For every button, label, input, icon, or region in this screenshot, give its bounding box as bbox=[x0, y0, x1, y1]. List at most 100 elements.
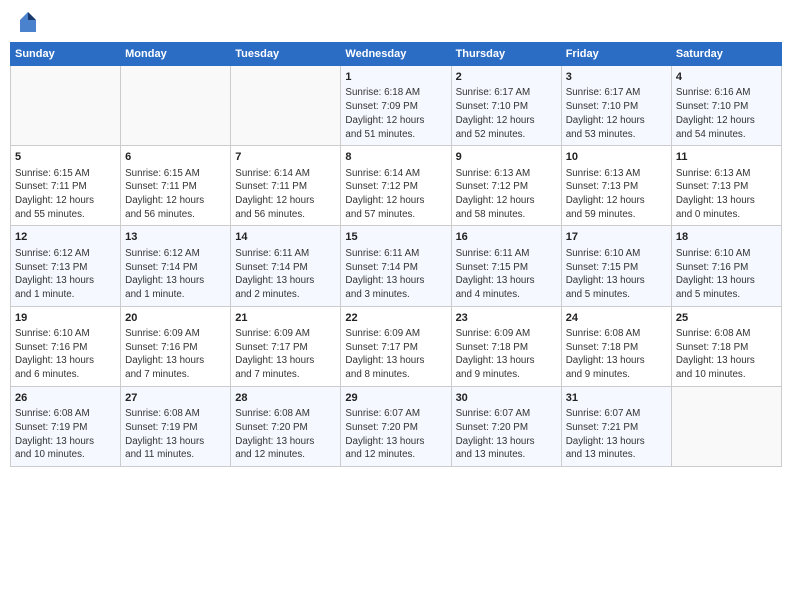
day-info: Sunrise: 6:15 AM Sunset: 7:11 PM Dayligh… bbox=[15, 167, 116, 222]
day-info: Sunrise: 6:08 AM Sunset: 7:19 PM Dayligh… bbox=[125, 407, 226, 462]
page-header bbox=[10, 10, 782, 34]
calendar-cell: 29Sunrise: 6:07 AM Sunset: 7:20 PM Dayli… bbox=[341, 386, 451, 466]
calendar-cell: 18 Sunrise: 6:10 AM Sunset: 7:16 PM Dayli… bbox=[671, 226, 781, 306]
day-number: 14 bbox=[235, 230, 336, 245]
calendar-cell: 3Sunrise: 6:17 AM Sunset: 7:10 PM Daylig… bbox=[561, 66, 671, 146]
weekday-header-wednesday: Wednesday bbox=[341, 43, 451, 66]
calendar-cell: 17 Sunrise: 6:10 AM Sunset: 7:15 PM Dayli… bbox=[561, 226, 671, 306]
calendar-cell: 30Sunrise: 6:07 AM Sunset: 7:20 PM Dayli… bbox=[451, 386, 561, 466]
day-info: Sunrise: 6:10 AM Sunset: 7:16 PM Dayligh… bbox=[15, 327, 116, 382]
calendar-cell: 12 Sunrise: 6:12 AM Sunset: 7:13 PM Dayli… bbox=[11, 226, 121, 306]
day-info: Sunrise: 6:16 AM Sunset: 7:10 PM Dayligh… bbox=[676, 86, 777, 141]
day-info: Sunrise: 6:07 AM Sunset: 7:21 PM Dayligh… bbox=[566, 407, 667, 462]
calendar-cell bbox=[121, 66, 231, 146]
weekday-header-thursday: Thursday bbox=[451, 43, 561, 66]
calendar-cell: 31Sunrise: 6:07 AM Sunset: 7:21 PM Dayli… bbox=[561, 386, 671, 466]
calendar-cell: 22Sunrise: 6:09 AM Sunset: 7:17 PM Dayli… bbox=[341, 306, 451, 386]
day-number: 26 bbox=[15, 391, 116, 406]
day-number: 19 bbox=[15, 311, 116, 326]
calendar-cell: 19Sunrise: 6:10 AM Sunset: 7:16 PM Dayli… bbox=[11, 306, 121, 386]
day-number: 23 bbox=[456, 311, 557, 326]
weekday-header-friday: Friday bbox=[561, 43, 671, 66]
calendar-week-row: 19Sunrise: 6:10 AM Sunset: 7:16 PM Dayli… bbox=[11, 306, 782, 386]
calendar-cell: 13Sunrise: 6:12 AM Sunset: 7:14 PM Dayli… bbox=[121, 226, 231, 306]
day-number: 8 bbox=[345, 150, 446, 165]
calendar-table: SundayMondayTuesdayWednesdayThursdayFrid… bbox=[10, 42, 782, 467]
calendar-cell: 24Sunrise: 6:08 AM Sunset: 7:18 PM Dayli… bbox=[561, 306, 671, 386]
day-number: 21 bbox=[235, 311, 336, 326]
calendar-cell: 14 Sunrise: 6:11 AM Sunset: 7:14 PM Dayli… bbox=[231, 226, 341, 306]
calendar-cell bbox=[231, 66, 341, 146]
calendar-cell: 5 Sunrise: 6:15 AM Sunset: 7:11 PM Daylig… bbox=[11, 146, 121, 226]
calendar-cell: 11Sunrise: 6:13 AM Sunset: 7:13 PM Dayli… bbox=[671, 146, 781, 226]
calendar-cell: 27Sunrise: 6:08 AM Sunset: 7:19 PM Dayli… bbox=[121, 386, 231, 466]
day-number: 27 bbox=[125, 391, 226, 406]
day-info: Sunrise: 6:09 AM Sunset: 7:17 PM Dayligh… bbox=[235, 327, 336, 382]
weekday-header-sunday: Sunday bbox=[11, 43, 121, 66]
calendar-cell bbox=[671, 386, 781, 466]
calendar-cell: 2Sunrise: 6:17 AM Sunset: 7:10 PM Daylig… bbox=[451, 66, 561, 146]
logo bbox=[14, 10, 38, 34]
day-number: 31 bbox=[566, 391, 667, 406]
day-info: Sunrise: 6:08 AM Sunset: 7:18 PM Dayligh… bbox=[676, 327, 777, 382]
calendar-cell: 10Sunrise: 6:13 AM Sunset: 7:13 PM Dayli… bbox=[561, 146, 671, 226]
day-number: 16 bbox=[456, 230, 557, 245]
calendar-cell: 6Sunrise: 6:15 AM Sunset: 7:11 PM Daylig… bbox=[121, 146, 231, 226]
weekday-header-monday: Monday bbox=[121, 43, 231, 66]
day-info: Sunrise: 6:11 AM Sunset: 7:14 PM Dayligh… bbox=[235, 247, 336, 302]
day-info: Sunrise: 6:07 AM Sunset: 7:20 PM Dayligh… bbox=[456, 407, 557, 462]
day-number: 20 bbox=[125, 311, 226, 326]
calendar-cell: 4Sunrise: 6:16 AM Sunset: 7:10 PM Daylig… bbox=[671, 66, 781, 146]
day-number: 13 bbox=[125, 230, 226, 245]
day-info: Sunrise: 6:18 AM Sunset: 7:09 PM Dayligh… bbox=[345, 86, 446, 141]
logo-icon bbox=[18, 10, 38, 34]
day-info: Sunrise: 6:14 AM Sunset: 7:12 PM Dayligh… bbox=[345, 167, 446, 222]
calendar-cell: 25Sunrise: 6:08 AM Sunset: 7:18 PM Dayli… bbox=[671, 306, 781, 386]
day-number: 25 bbox=[676, 311, 777, 326]
calendar-cell: 26Sunrise: 6:08 AM Sunset: 7:19 PM Dayli… bbox=[11, 386, 121, 466]
day-info: Sunrise: 6:12 AM Sunset: 7:13 PM Dayligh… bbox=[15, 247, 116, 302]
day-number: 18 bbox=[676, 230, 777, 245]
day-info: Sunrise: 6:13 AM Sunset: 7:12 PM Dayligh… bbox=[456, 167, 557, 222]
day-info: Sunrise: 6:08 AM Sunset: 7:20 PM Dayligh… bbox=[235, 407, 336, 462]
day-number: 24 bbox=[566, 311, 667, 326]
weekday-header-tuesday: Tuesday bbox=[231, 43, 341, 66]
day-number: 4 bbox=[676, 70, 777, 85]
day-info: Sunrise: 6:11 AM Sunset: 7:15 PM Dayligh… bbox=[456, 247, 557, 302]
calendar-cell: 21Sunrise: 6:09 AM Sunset: 7:17 PM Dayli… bbox=[231, 306, 341, 386]
day-number: 11 bbox=[676, 150, 777, 165]
calendar-header-row: SundayMondayTuesdayWednesdayThursdayFrid… bbox=[11, 43, 782, 66]
day-info: Sunrise: 6:10 AM Sunset: 7:15 PM Dayligh… bbox=[566, 247, 667, 302]
day-number: 15 bbox=[345, 230, 446, 245]
day-number: 30 bbox=[456, 391, 557, 406]
calendar-cell: 16 Sunrise: 6:11 AM Sunset: 7:15 PM Dayli… bbox=[451, 226, 561, 306]
calendar-cell: 7 Sunrise: 6:14 AM Sunset: 7:11 PM Daylig… bbox=[231, 146, 341, 226]
day-number: 17 bbox=[566, 230, 667, 245]
calendar-week-row: 1Sunrise: 6:18 AM Sunset: 7:09 PM Daylig… bbox=[11, 66, 782, 146]
day-info: Sunrise: 6:15 AM Sunset: 7:11 PM Dayligh… bbox=[125, 167, 226, 222]
day-info: Sunrise: 6:10 AM Sunset: 7:16 PM Dayligh… bbox=[676, 247, 777, 302]
day-info: Sunrise: 6:09 AM Sunset: 7:18 PM Dayligh… bbox=[456, 327, 557, 382]
day-number: 5 bbox=[15, 150, 116, 165]
day-number: 22 bbox=[345, 311, 446, 326]
day-info: Sunrise: 6:11 AM Sunset: 7:14 PM Dayligh… bbox=[345, 247, 446, 302]
day-number: 12 bbox=[15, 230, 116, 245]
day-number: 28 bbox=[235, 391, 336, 406]
calendar-cell: 8 Sunrise: 6:14 AM Sunset: 7:12 PM Daylig… bbox=[341, 146, 451, 226]
day-number: 1 bbox=[345, 70, 446, 85]
day-number: 3 bbox=[566, 70, 667, 85]
day-number: 10 bbox=[566, 150, 667, 165]
day-info: Sunrise: 6:07 AM Sunset: 7:20 PM Dayligh… bbox=[345, 407, 446, 462]
day-info: Sunrise: 6:08 AM Sunset: 7:19 PM Dayligh… bbox=[15, 407, 116, 462]
calendar-cell: 9 Sunrise: 6:13 AM Sunset: 7:12 PM Daylig… bbox=[451, 146, 561, 226]
day-info: Sunrise: 6:14 AM Sunset: 7:11 PM Dayligh… bbox=[235, 167, 336, 222]
calendar-week-row: 26Sunrise: 6:08 AM Sunset: 7:19 PM Dayli… bbox=[11, 386, 782, 466]
day-number: 29 bbox=[345, 391, 446, 406]
day-number: 9 bbox=[456, 150, 557, 165]
weekday-header-saturday: Saturday bbox=[671, 43, 781, 66]
day-info: Sunrise: 6:09 AM Sunset: 7:17 PM Dayligh… bbox=[345, 327, 446, 382]
calendar-week-row: 5 Sunrise: 6:15 AM Sunset: 7:11 PM Daylig… bbox=[11, 146, 782, 226]
calendar-cell: 28Sunrise: 6:08 AM Sunset: 7:20 PM Dayli… bbox=[231, 386, 341, 466]
day-info: Sunrise: 6:08 AM Sunset: 7:18 PM Dayligh… bbox=[566, 327, 667, 382]
day-number: 7 bbox=[235, 150, 336, 165]
